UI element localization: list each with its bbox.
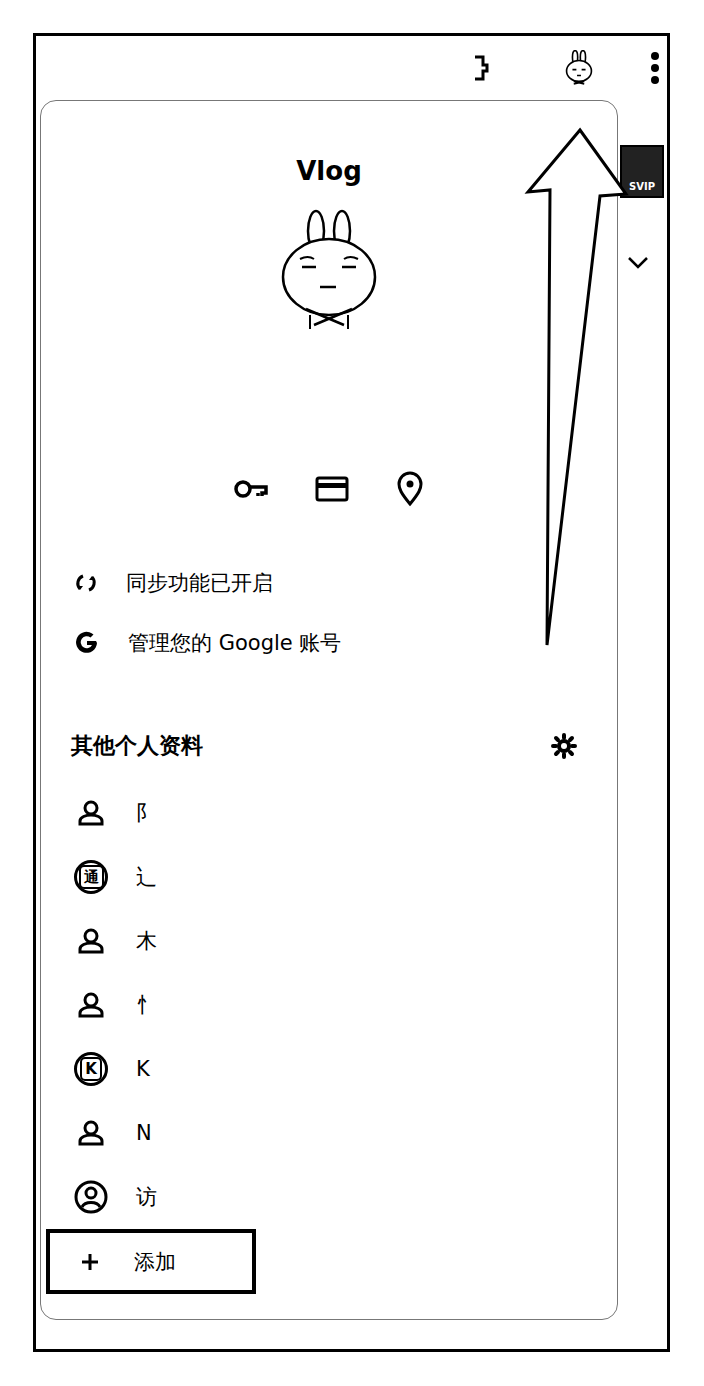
annotation-arrow xyxy=(36,36,667,1349)
google-logo-icon xyxy=(74,630,100,656)
svip-badge[interactable]: SVIP xyxy=(620,145,664,198)
profile-item[interactable]: N xyxy=(41,1101,617,1165)
content-area: Vlog 同步功能已开启管理您的 Google 账号其他个人资料阝通辶木忄 KK N 访… xyxy=(36,100,667,1320)
person-icon xyxy=(76,990,106,1020)
sync-status: 同步功能已开启 xyxy=(126,569,273,597)
rabbit-avatar-icon xyxy=(274,207,384,331)
profile-badge-icon: K xyxy=(74,1052,108,1086)
profile-item[interactable]: 访 xyxy=(41,1165,617,1229)
profile-item[interactable]: 通辶 xyxy=(41,845,617,909)
key-icon[interactable] xyxy=(233,474,269,504)
other-profiles-header: 其他个人资料 xyxy=(41,726,617,766)
add-label: 添加 xyxy=(134,1248,176,1276)
avatar-icon[interactable] xyxy=(561,50,597,86)
sync-row[interactable]: 同步功能已开启 xyxy=(41,553,617,613)
profile-name: K xyxy=(136,1055,150,1083)
person-icon xyxy=(76,798,106,828)
plus-icon xyxy=(80,1252,100,1272)
profile-name: N xyxy=(136,1119,152,1147)
manage-account-link: 管理您的 Google 账号 xyxy=(128,629,341,657)
profile-item[interactable]: KK xyxy=(41,1037,617,1101)
menu-icon[interactable] xyxy=(649,51,661,85)
profile-name: 访 xyxy=(136,1183,157,1211)
section-title: 其他个人资料 xyxy=(71,731,203,761)
profile-name: 阝 xyxy=(136,799,157,827)
profile-name: 辶 xyxy=(136,863,157,891)
profile-item[interactable]: 忄 xyxy=(41,973,617,1037)
profile-name: 木 xyxy=(136,927,157,955)
person-icon xyxy=(76,926,106,956)
profile-name: Vlog xyxy=(41,153,617,189)
profile-item[interactable]: 阝 xyxy=(41,781,617,845)
quick-actions xyxy=(41,471,617,507)
chevron-down-icon[interactable] xyxy=(627,256,649,270)
payment-card-icon[interactable] xyxy=(315,474,349,504)
profile-menu: Vlog 同步功能已开启管理您的 Google 账号其他个人资料阝通辶木忄 KK N 访… xyxy=(40,100,618,1320)
extension-icon[interactable] xyxy=(469,53,493,83)
browser-frame: Vlog 同步功能已开启管理您的 Google 账号其他个人资料阝通辶木忄 KK N 访… xyxy=(33,33,670,1352)
side-strip: SVIP xyxy=(618,100,667,270)
gear-icon[interactable] xyxy=(551,733,577,759)
profile-name: 忄 xyxy=(136,991,157,1019)
profile-badge-icon: 通 xyxy=(74,860,108,894)
location-pin-icon[interactable] xyxy=(395,471,425,507)
sync-icon xyxy=(74,571,98,595)
person-icon xyxy=(76,1118,106,1148)
manage-account-row[interactable]: 管理您的 Google 账号 xyxy=(41,613,617,673)
profile-list: 阝通辶木忄 KK N 访 xyxy=(41,781,617,1229)
profile-item[interactable]: 木 xyxy=(41,909,617,973)
account-circle-icon xyxy=(74,1180,108,1214)
toolbar xyxy=(36,36,667,100)
add-profile-button[interactable]: 添加 xyxy=(46,1229,256,1294)
